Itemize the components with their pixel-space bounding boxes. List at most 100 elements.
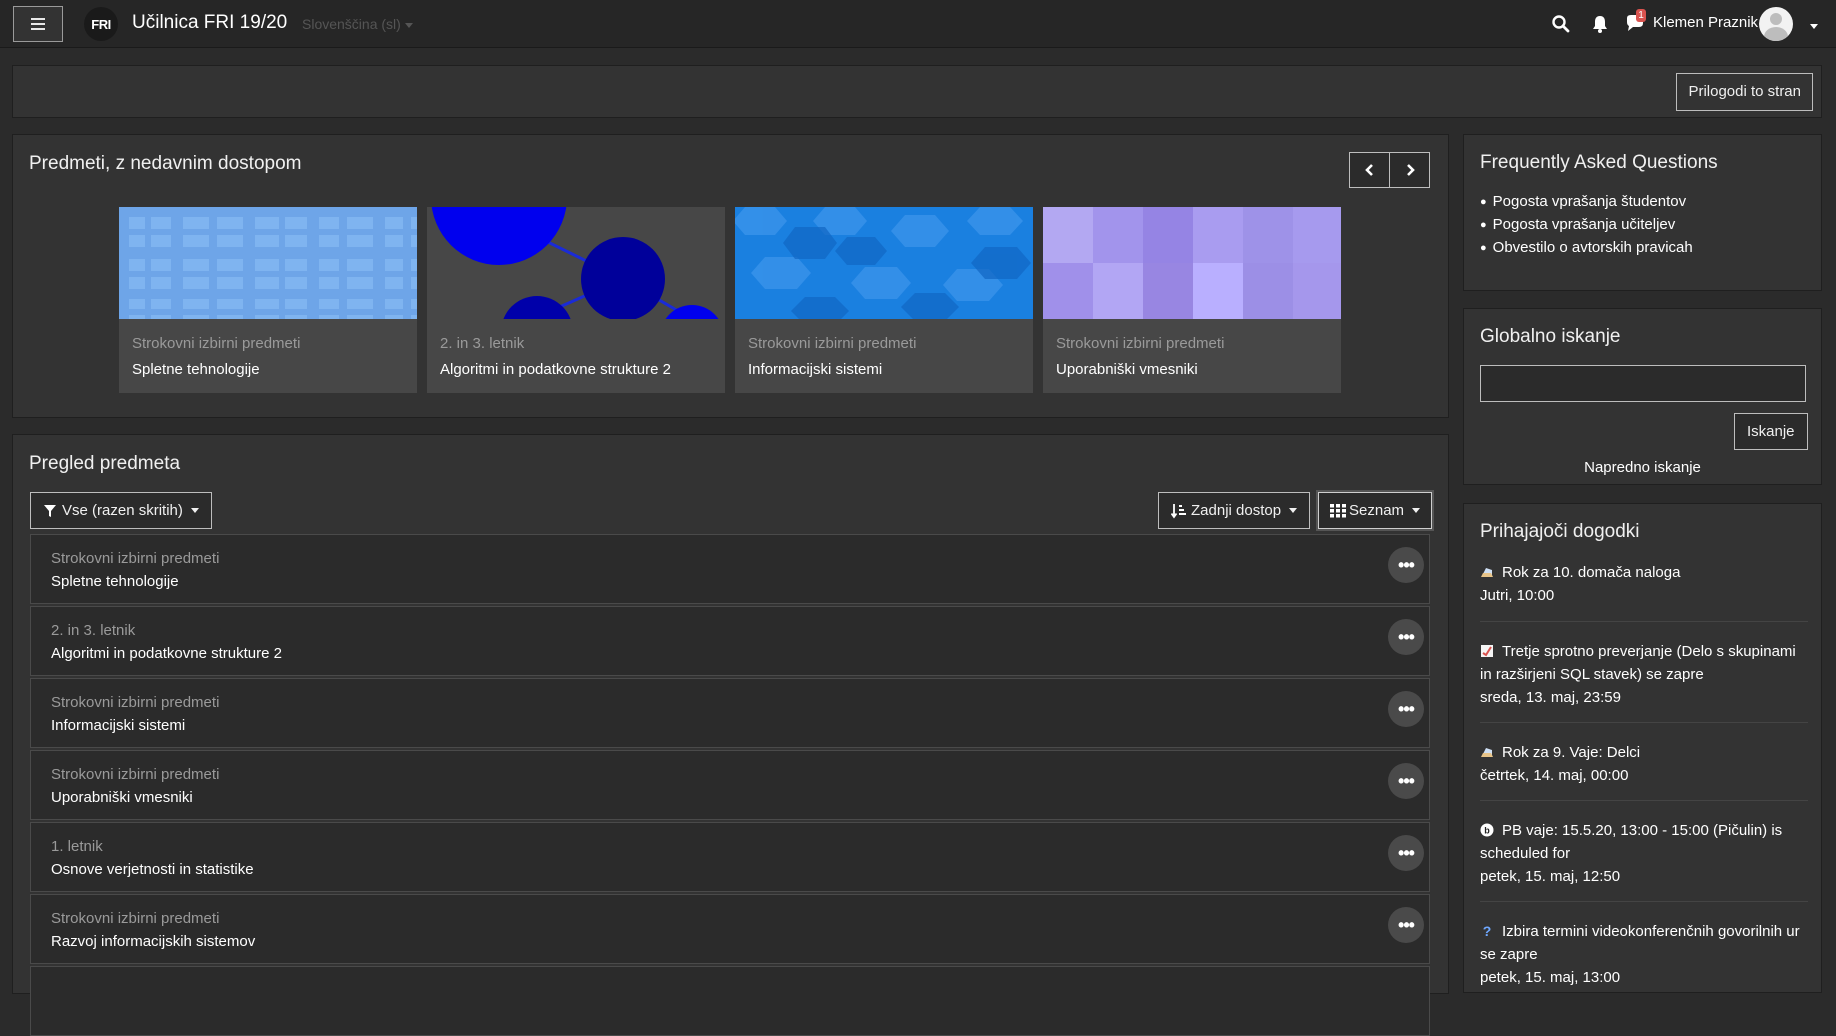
assignment-icon [1481, 568, 1493, 577]
sort-dropdown[interactable]: Zadnji dostop [1158, 492, 1311, 529]
search-icon[interactable] [1551, 14, 1571, 34]
course-category: 1. letnik [51, 838, 103, 855]
divider [1480, 722, 1808, 723]
user-menu-chevron-down-icon[interactable] [1810, 18, 1818, 36]
course-category: 2. in 3. letnik [51, 622, 136, 639]
messages-icon[interactable]: 1 [1624, 9, 1648, 36]
question-icon: ? [1483, 924, 1492, 938]
site-logo[interactable]: FRI [84, 7, 118, 41]
list-item[interactable]: Strokovni izbirni predmeti Uporabniški v… [30, 750, 1430, 820]
course-category: Strokovni izbirni predmeti [51, 550, 220, 567]
message-count-badge: 1 [1636, 9, 1646, 22]
list-item[interactable]: Strokovni izbirni predmeti Spletne tehno… [30, 534, 1430, 604]
ellipsis-icon: ••• [1398, 915, 1415, 935]
course-image [427, 207, 725, 319]
event-title-line[interactable]: b PB vaje: 15.5.20, 13:00 - 15:00 (Pičuli… [1480, 819, 1808, 865]
grid-icon [1330, 503, 1346, 517]
filter-label: Vse (razen skritih) [62, 502, 183, 519]
course-name[interactable]: Uporabniški vmesniki [51, 789, 193, 806]
search-submit-button[interactable]: Iskanje [1734, 413, 1808, 450]
recent-courses-block: Predmeti, z nedavnim dostopom Strokovni … [12, 134, 1449, 418]
event-title-line[interactable]: Rok za 9. Vaje: Delci [1480, 741, 1808, 764]
event-item[interactable]: ? Izbira termini videokonferenčnih govori… [1480, 920, 1808, 989]
more-actions-button[interactable]: ••• [1388, 835, 1424, 871]
carousel-next-button[interactable] [1389, 152, 1430, 188]
advanced-search-link[interactable]: Napredno iskanje [1464, 459, 1821, 476]
ellipsis-icon: ••• [1398, 699, 1415, 719]
user-name[interactable]: Klemen Praznik [1653, 14, 1758, 31]
bell-icon[interactable] [1590, 14, 1610, 34]
recent-course-card[interactable]: Strokovni izbirni predmeti Informacijski… [735, 207, 1033, 393]
course-name[interactable]: Informacijski sistemi [748, 361, 882, 378]
ellipsis-icon: ••• [1398, 843, 1415, 863]
course-category: Strokovni izbirni predmeti [132, 335, 301, 352]
event-time[interactable]: Jutri, 10:00 [1480, 584, 1808, 607]
event-item[interactable]: Tretje sprotno preverjanje (Delo s skupi… [1480, 640, 1808, 709]
list-item[interactable]: Strokovni izbirni predmeti Razvoj inform… [30, 894, 1430, 964]
list-item[interactable]: 2. in 3. letnik Algoritmi in podatkovne … [30, 606, 1430, 676]
view-dropdown[interactable]: Seznam [1318, 492, 1433, 529]
more-actions-button[interactable]: ••• [1388, 907, 1424, 943]
event-title: Rok za 10. domača naloga [1502, 564, 1681, 581]
filter-dropdown[interactable]: Vse (razen skritih) [30, 492, 212, 529]
event-item[interactable]: Rok za 9. Vaje: Delci četrtek, 14. maj, … [1480, 741, 1808, 787]
site-name[interactable]: Učilnica FRI 19/20 [132, 12, 287, 34]
event-time[interactable]: petek, 15. maj, 13:00 [1480, 966, 1808, 989]
course-name[interactable]: Informacijski sistemi [51, 717, 185, 734]
recent-courses-title: Predmeti, z nedavnim dostopom [29, 153, 302, 174]
language-selector[interactable]: Slovenščina (sl) [302, 16, 413, 32]
list-item[interactable] [30, 966, 1430, 1036]
ellipsis-icon: ••• [1398, 555, 1415, 575]
global-search-block: Globalno iskanje Iskanje Napredno iskanj… [1463, 308, 1822, 485]
course-name[interactable]: Spletne tehnologije [132, 361, 260, 378]
chevron-down-icon [1412, 508, 1421, 513]
course-image [119, 207, 417, 319]
recent-course-card[interactable]: Strokovni izbirni predmeti Spletne tehno… [119, 207, 417, 393]
global-search-input[interactable] [1480, 365, 1806, 402]
event-item[interactable]: Rok za 10. domača naloga Jutri, 10:00 [1480, 561, 1808, 607]
more-actions-button[interactable]: ••• [1388, 547, 1424, 583]
faq-link[interactable]: Pogosta vprašanja študentov [1480, 193, 1693, 216]
menu-toggle-button[interactable] [13, 6, 63, 42]
upcoming-events-block: Prihajajoči dogodki Rok za 10. domača na… [1463, 503, 1822, 993]
recent-course-card[interactable]: Strokovni izbirni predmeti Uporabniški v… [1043, 207, 1341, 393]
chevron-down-icon [190, 508, 199, 513]
list-item[interactable]: Strokovni izbirni predmeti Informacijski… [30, 678, 1430, 748]
more-actions-button[interactable]: ••• [1388, 691, 1424, 727]
course-name[interactable]: Algoritmi in podatkovne strukture 2 [440, 361, 671, 378]
more-actions-button[interactable]: ••• [1388, 619, 1424, 655]
bigbluebutton-icon: b [1480, 823, 1494, 837]
event-time[interactable]: petek, 15. maj, 12:50 [1480, 865, 1808, 888]
event-title: Tretje sprotno preverjanje (Delo s skupi… [1480, 643, 1796, 683]
list-item[interactable]: 1. letnik Osnove verjetnosti in statisti… [30, 822, 1430, 892]
svg-text:?: ? [1483, 924, 1492, 938]
carousel-prev-button[interactable] [1349, 152, 1390, 188]
course-overview-block: Pregled predmeta Vse (razen skritih) Zad… [12, 434, 1449, 1036]
course-name[interactable]: Razvoj informacijskih sistemov [51, 933, 255, 950]
upcoming-events-title: Prihajajoči dogodki [1480, 521, 1640, 542]
event-time[interactable]: sreda, 13. maj, 23:59 [1480, 686, 1808, 709]
language-label: Slovenščina (sl) [302, 16, 401, 32]
faq-link[interactable]: Obvestilo o avtorskih pravicah [1480, 239, 1693, 262]
event-item[interactable]: b PB vaje: 15.5.20, 13:00 - 15:00 (Pičuli… [1480, 819, 1808, 888]
page-header: Prilogodi to stran [12, 65, 1822, 118]
course-name[interactable]: Uporabniški vmesniki [1056, 361, 1198, 378]
avatar[interactable] [1759, 7, 1793, 41]
faq-link[interactable]: Pogosta vprašanja učiteljev [1480, 216, 1693, 239]
customise-page-button[interactable]: Prilogodi to stran [1676, 73, 1813, 111]
course-name[interactable]: Algoritmi in podatkovne strukture 2 [51, 645, 282, 662]
faq-list: Pogosta vprašanja študentov Pogosta vpra… [1480, 193, 1693, 262]
course-category: Strokovni izbirni predmeti [51, 694, 220, 711]
recent-course-card[interactable]: 2. in 3. letnik Algoritmi in podatkovne … [427, 207, 725, 393]
course-name[interactable]: Osnove verjetnosti in statistike [51, 861, 254, 878]
course-name[interactable]: Spletne tehnologije [51, 573, 179, 590]
course-overview-title: Pregled predmeta [29, 453, 181, 474]
event-title-line[interactable]: ? Izbira termini videokonferenčnih govori… [1480, 920, 1808, 966]
event-title-line[interactable]: Rok za 10. domača naloga [1480, 561, 1808, 584]
event-title-line[interactable]: Tretje sprotno preverjanje (Delo s skupi… [1480, 640, 1808, 686]
event-time[interactable]: četrtek, 14. maj, 00:00 [1480, 764, 1808, 787]
sort-icon [1171, 503, 1186, 519]
global-search-title: Globalno iskanje [1480, 326, 1621, 347]
more-actions-button[interactable]: ••• [1388, 763, 1424, 799]
chevron-right-icon [1406, 164, 1415, 176]
